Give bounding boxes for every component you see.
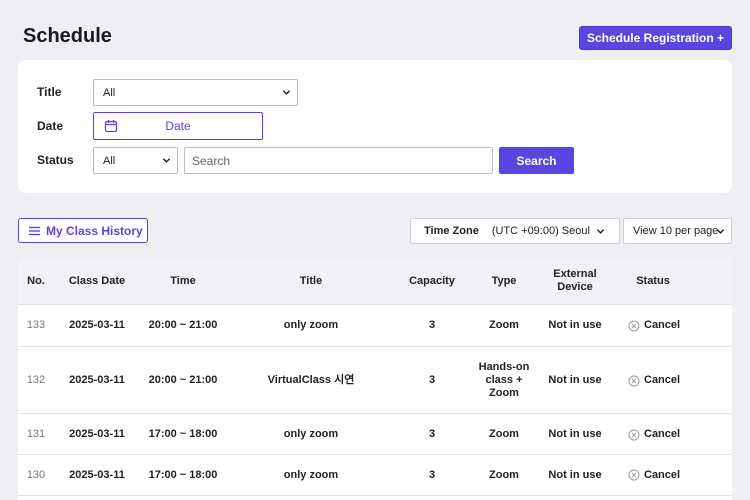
- schedule-registration-button[interactable]: Schedule Registration +: [579, 26, 732, 50]
- history-button-label: My Class History: [46, 223, 143, 238]
- row-date: 2025-03-11: [69, 468, 125, 481]
- search-input[interactable]: Search: [184, 147, 493, 174]
- timezone-select[interactable]: Time Zone (UTC +09:00) Seoul: [410, 218, 620, 244]
- status-select[interactable]: All: [93, 147, 178, 174]
- row-capacity: 3: [428, 374, 436, 386]
- timezone-label: Time Zone: [424, 225, 479, 237]
- col-status: Status: [636, 275, 670, 287]
- row-device: Not in use: [548, 374, 602, 386]
- row-date: 2025-03-11: [69, 374, 125, 386]
- cancel-label: Cancel: [644, 468, 681, 481]
- row-capacity: 3: [428, 468, 436, 481]
- row-title: VirtualClass 시연: [267, 374, 355, 386]
- date-filter-label: Date: [37, 119, 64, 133]
- col-title: Title: [299, 275, 323, 287]
- row-device: Not in use: [548, 319, 602, 331]
- row-title: only zoom: [283, 428, 339, 440]
- my-class-history-button[interactable]: My Class History: [18, 218, 148, 243]
- status-select-value: All: [103, 154, 116, 167]
- table-row[interactable]: 132 2025-03-11 20:00 ~ 21:00 VirtualClas…: [18, 348, 732, 414]
- row-type: Zoom: [489, 428, 519, 440]
- row-no: 133: [26, 319, 46, 331]
- row-time: 20:00 ~ 21:00: [148, 319, 218, 331]
- col-type: Type: [491, 275, 517, 287]
- cancel-button[interactable]: Cancel: [628, 455, 708, 495]
- page-title: Schedule: [23, 25, 112, 47]
- table-row[interactable]: 133 2025-03-11 20:00 ~ 21:00 only zoom 3…: [18, 305, 732, 347]
- row-capacity: 3: [428, 428, 436, 440]
- per-page-select[interactable]: View 10 per page: [623, 218, 732, 244]
- schedule-table: No. Class Date Time Title Capacity Type …: [18, 258, 732, 500]
- cancel-circle-icon: [628, 375, 640, 386]
- table-row[interactable]: 131 2025-03-11 17:00 ~ 18:00 only zoom 3…: [18, 415, 732, 455]
- row-no: 132: [26, 374, 46, 386]
- date-placeholder: Date: [165, 119, 191, 133]
- row-no: 130: [26, 468, 46, 481]
- col-no: No.: [27, 275, 45, 287]
- cancel-circle-icon: [628, 429, 640, 440]
- row-type: Hands-on class + Zoom: [478, 361, 530, 399]
- filter-panel: Title All Date Date Status All Search Se…: [18, 60, 732, 193]
- row-time: 20:00 ~ 21:00: [148, 374, 218, 386]
- cancel-circle-icon: [628, 469, 640, 481]
- col-external-device: External Device: [553, 268, 597, 293]
- col-class-date: Class Date: [68, 275, 126, 287]
- chevron-down-icon: [716, 229, 725, 234]
- title-filter-label: Title: [37, 85, 62, 99]
- menu-icon: [29, 226, 40, 235]
- table-row[interactable]: 130 2025-03-11 17:00 ~ 18:00 only zoom 3…: [18, 455, 732, 496]
- chevron-down-icon: [162, 158, 171, 163]
- cancel-circle-icon: [628, 320, 640, 331]
- row-capacity: 3: [428, 319, 436, 331]
- row-time: 17:00 ~ 18:00: [148, 468, 218, 481]
- status-filter-label: Status: [37, 153, 74, 167]
- row-title: only zoom: [283, 319, 339, 331]
- cancel-label: Cancel: [644, 319, 681, 331]
- chevron-down-icon: [596, 229, 605, 234]
- row-device: Not in use: [548, 468, 602, 481]
- row-no: 131: [26, 428, 46, 440]
- search-button[interactable]: Search: [499, 147, 574, 174]
- search-placeholder: Search: [192, 153, 231, 168]
- schedule-page: Schedule Schedule Registration + Title A…: [0, 0, 750, 500]
- cancel-button[interactable]: Cancel: [628, 415, 708, 454]
- chevron-down-icon: [282, 90, 291, 95]
- cancel-button[interactable]: Cancel: [628, 348, 708, 413]
- col-time: Time: [170, 275, 196, 287]
- row-time: 17:00 ~ 18:00: [148, 428, 218, 440]
- title-select[interactable]: All: [93, 79, 298, 106]
- row-device: Not in use: [548, 428, 602, 440]
- date-picker[interactable]: Date: [93, 112, 263, 140]
- per-page-value: View 10 per page: [633, 225, 719, 237]
- row-type: Zoom: [489, 319, 519, 331]
- cancel-button[interactable]: Cancel: [628, 305, 708, 346]
- row-date: 2025-03-11: [69, 428, 125, 440]
- row-title: only zoom: [283, 468, 339, 481]
- timezone-value: (UTC +09:00) Seoul: [491, 225, 590, 237]
- row-date: 2025-03-11: [69, 319, 125, 331]
- row-type: Zoom: [489, 468, 519, 481]
- cancel-label: Cancel: [644, 374, 681, 386]
- col-capacity: Capacity: [409, 275, 455, 287]
- table-header: No. Class Date Time Title Capacity Type …: [18, 258, 732, 305]
- title-select-value: All: [103, 86, 116, 99]
- cancel-label: Cancel: [644, 428, 681, 440]
